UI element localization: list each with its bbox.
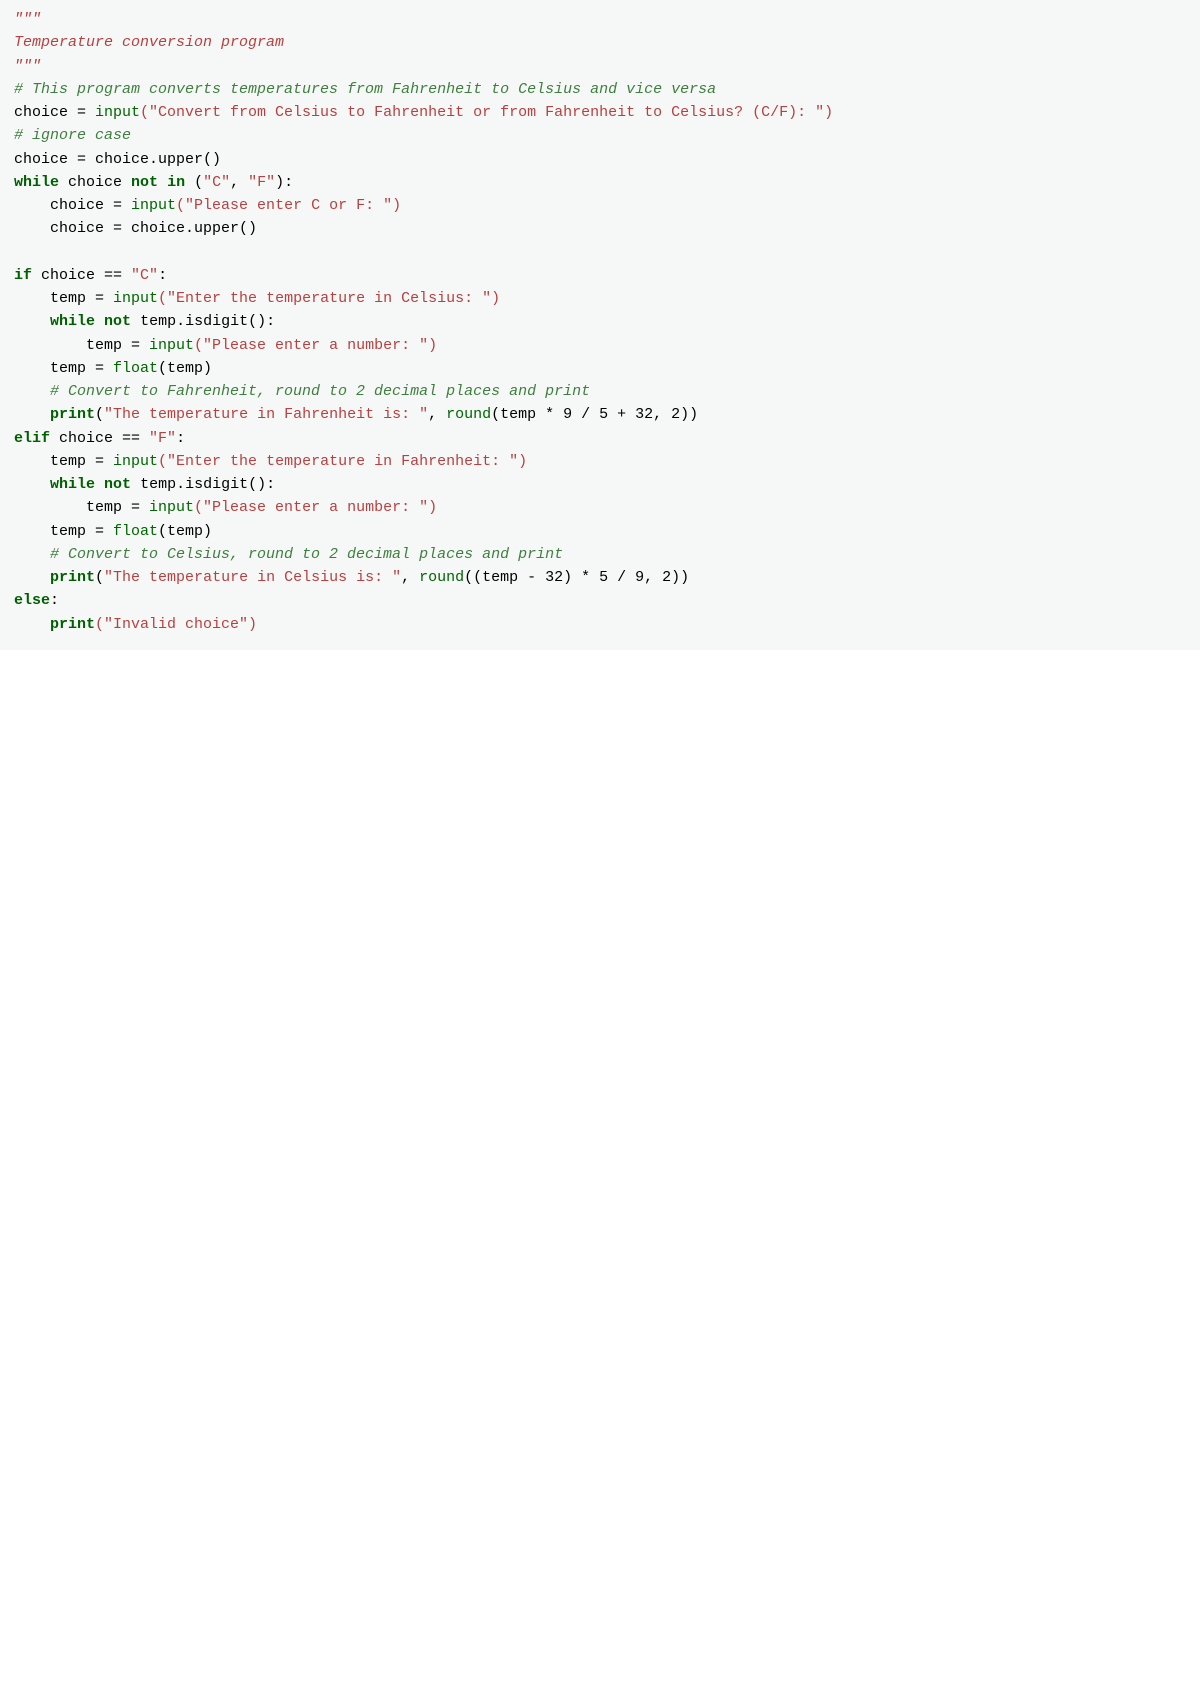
docstring-open: """ bbox=[14, 11, 41, 28]
colon: : bbox=[158, 267, 167, 284]
paren-open: ( bbox=[95, 406, 104, 423]
str-temp-f: "The temperature in Fahrenheit is: " bbox=[104, 406, 428, 423]
code-block: """ Temperature conversion program """ #… bbox=[0, 0, 1200, 650]
temp-assign: temp = bbox=[14, 290, 113, 307]
comment-convert-c: # Convert to Celsius, round to 2 decimal… bbox=[14, 546, 563, 563]
comment-ignore-case: # ignore case bbox=[14, 127, 131, 144]
colon2: : bbox=[176, 430, 185, 447]
comma: , bbox=[230, 174, 248, 191]
prompt-fahrenheit: ("Enter the temperature in Fahrenheit: "… bbox=[158, 453, 527, 470]
kw-not: not bbox=[131, 174, 158, 191]
choice-upper-indented: choice = choice.upper() bbox=[14, 220, 257, 237]
kw-while2: while bbox=[50, 313, 95, 330]
while-choice: choice bbox=[59, 174, 131, 191]
while-indent2 bbox=[14, 476, 50, 493]
kw-if: if bbox=[14, 267, 32, 284]
input-fn: input bbox=[113, 453, 158, 470]
str-invalid: ("Invalid choice") bbox=[95, 616, 257, 633]
float-fn2: float bbox=[113, 523, 158, 540]
docstring-text: Temperature conversion program bbox=[14, 34, 284, 51]
choice-upper: choice = choice.upper() bbox=[14, 151, 221, 168]
print-indent3 bbox=[14, 616, 50, 633]
kw-not3: not bbox=[104, 476, 131, 493]
docstring-close: """ bbox=[14, 58, 41, 75]
kw-not2: not bbox=[104, 313, 131, 330]
kw-in: in bbox=[167, 174, 185, 191]
round-f-args: (temp * 9 / 5 + 32, 2)) bbox=[491, 406, 698, 423]
kw-while3: while bbox=[50, 476, 95, 493]
temp-float: temp = bbox=[14, 360, 113, 377]
prompt-main: ("Convert from Celsius to Fahrenheit or … bbox=[140, 104, 833, 121]
print-fn: print bbox=[50, 406, 95, 423]
input-fn: input bbox=[149, 337, 194, 354]
float-arg: (temp) bbox=[158, 360, 212, 377]
if-cond: choice == bbox=[32, 267, 131, 284]
float-fn: float bbox=[113, 360, 158, 377]
print-c-comma: , bbox=[401, 569, 419, 586]
str-temp-c: "The temperature in Celsius is: " bbox=[104, 569, 401, 586]
kw-while: while bbox=[14, 174, 59, 191]
comment-convert-f: # Convert to Fahrenheit, round to 2 deci… bbox=[14, 383, 590, 400]
prompt-celsius: ("Enter the temperature in Celsius: ") bbox=[158, 290, 500, 307]
input-fn: input bbox=[95, 104, 140, 121]
str-f2: "F" bbox=[149, 430, 176, 447]
kw-elif: elif bbox=[14, 430, 50, 447]
paren-open2: ( bbox=[95, 569, 104, 586]
choice-assign: choice = bbox=[14, 104, 95, 121]
elif-cond: choice == bbox=[50, 430, 149, 447]
print-fn2: print bbox=[50, 569, 95, 586]
kw-else: else bbox=[14, 592, 50, 609]
temp-reassign: temp = bbox=[14, 337, 149, 354]
input-fn: input bbox=[113, 290, 158, 307]
input-fn: input bbox=[149, 499, 194, 516]
round-fn2: round bbox=[419, 569, 464, 586]
choice-reassign: choice = bbox=[14, 197, 131, 214]
print-indent bbox=[14, 406, 50, 423]
prompt-cf: ("Please enter C or F: ") bbox=[176, 197, 401, 214]
print-indent2 bbox=[14, 569, 50, 586]
round-fn: round bbox=[446, 406, 491, 423]
prompt-number2: ("Please enter a number: ") bbox=[194, 499, 437, 516]
print-f-comma: , bbox=[428, 406, 446, 423]
float-arg2: (temp) bbox=[158, 523, 212, 540]
comment-intro: # This program converts temperatures fro… bbox=[14, 81, 716, 98]
str-c: "C" bbox=[203, 174, 230, 191]
else-colon: : bbox=[50, 592, 59, 609]
temp-assign2: temp = bbox=[14, 453, 113, 470]
tuple-open: ( bbox=[185, 174, 203, 191]
while-not-digit2: temp.isdigit(): bbox=[131, 476, 275, 493]
temp-reassign2: temp = bbox=[14, 499, 149, 516]
while-indent bbox=[14, 313, 50, 330]
temp-float2: temp = bbox=[14, 523, 113, 540]
input-fn: input bbox=[131, 197, 176, 214]
prompt-number: ("Please enter a number: ") bbox=[194, 337, 437, 354]
print-fn3: print bbox=[50, 616, 95, 633]
str-f: "F" bbox=[248, 174, 275, 191]
while-not-digit: temp.isdigit(): bbox=[131, 313, 275, 330]
tuple-close: ): bbox=[275, 174, 293, 191]
round-c-args: ((temp - 32) * 5 / 9, 2)) bbox=[464, 569, 689, 586]
str-c2: "C" bbox=[131, 267, 158, 284]
